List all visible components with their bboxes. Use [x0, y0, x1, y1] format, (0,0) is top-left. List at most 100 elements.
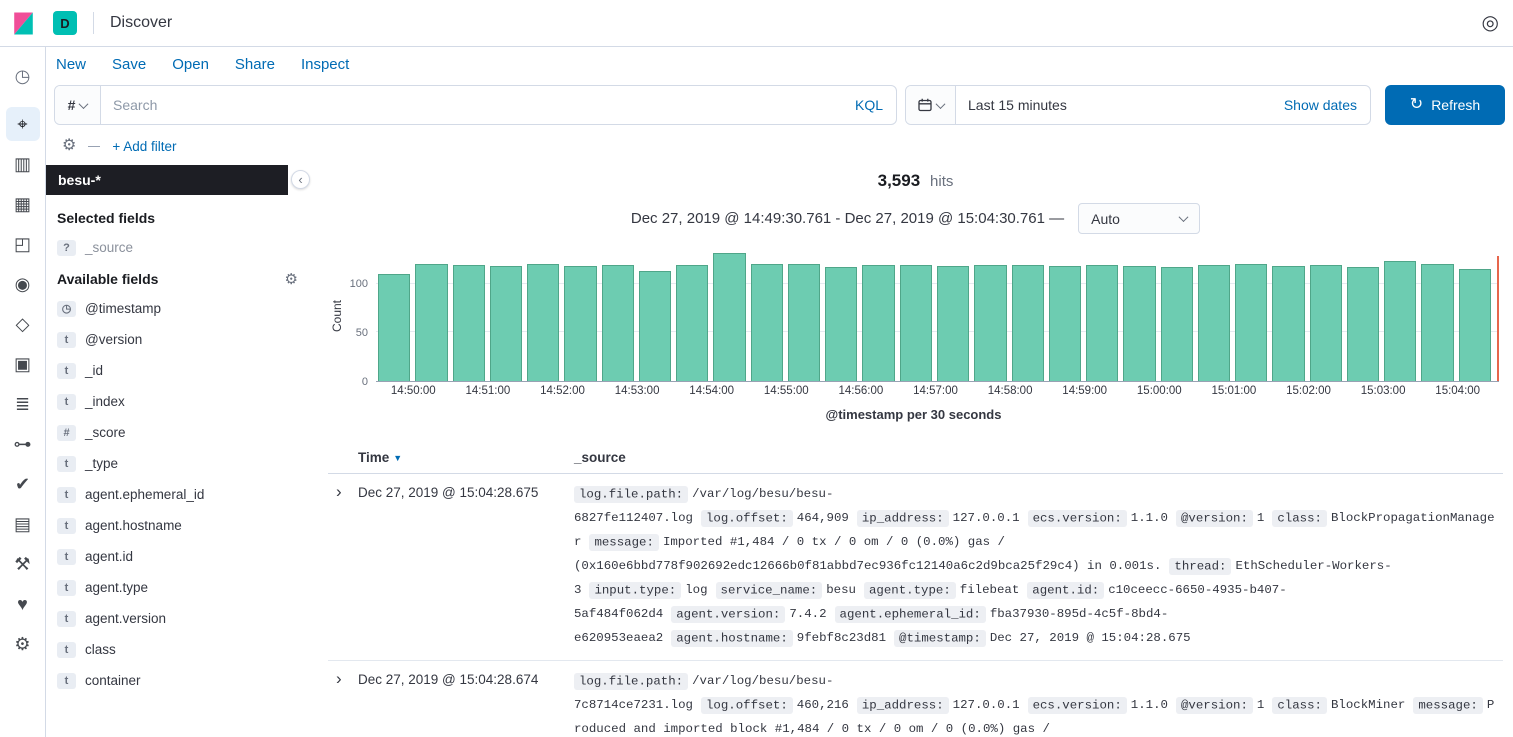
search-input[interactable] — [101, 86, 842, 124]
agent.type[interactable]: t agent.type — [46, 572, 314, 603]
@timestamp[interactable]: ◷ @timestamp — [46, 293, 314, 324]
histogram-bar[interactable] — [1049, 266, 1081, 381]
uptime-icon[interactable]: ✔ — [6, 467, 40, 501]
agent.id[interactable]: t agent.id — [46, 541, 314, 572]
agent.version[interactable]: t agent.version — [46, 603, 314, 634]
agent.hostname[interactable]: t agent.hostname — [46, 510, 314, 541]
histogram-bar[interactable] — [1086, 265, 1118, 381]
field-name-badge: ecs.version: — [1028, 697, 1127, 714]
open-button[interactable]: Open — [172, 56, 209, 73]
histogram-bar[interactable] — [527, 264, 559, 381]
field-value: 1 — [1257, 511, 1264, 525]
_score[interactable]: # _score — [46, 417, 314, 448]
_id[interactable]: t _id — [46, 355, 314, 386]
management-icon[interactable]: ⚙ — [6, 627, 40, 661]
histogram-bar[interactable] — [974, 265, 1006, 381]
histogram-bar[interactable] — [415, 264, 447, 381]
collapse-sidebar-button[interactable]: ‹ — [291, 170, 310, 189]
rail-icon-glyph: ▤ — [14, 515, 31, 533]
expand-row-button[interactable]: › — [328, 669, 358, 689]
class[interactable]: t class — [46, 634, 314, 665]
field-name: _score — [85, 425, 126, 440]
new-button[interactable]: New — [56, 56, 86, 73]
histogram-bar[interactable] — [1421, 264, 1453, 381]
filter-options-gear-icon[interactable]: ⚙ — [62, 138, 76, 154]
hits-label: hits — [930, 173, 953, 190]
inspect-button[interactable]: Inspect — [301, 56, 349, 73]
kibana-logo[interactable] — [10, 10, 37, 37]
show-dates-link[interactable]: Show dates — [1271, 97, 1370, 113]
@version[interactable]: t @version — [46, 324, 314, 355]
header-menu-icon[interactable]: ◎ — [1482, 13, 1499, 33]
canvas-icon[interactable]: ◰ — [6, 227, 40, 261]
field-settings-gear-icon[interactable]: ⚙ — [285, 272, 298, 287]
histogram-bar[interactable] — [1198, 265, 1230, 381]
x-tick-label: 15:01:00 — [1212, 385, 1257, 397]
_source[interactable]: ? _source — [46, 232, 314, 263]
index-pattern-selector[interactable]: besu-* — [46, 165, 288, 195]
histogram-bar[interactable] — [602, 265, 634, 381]
dashboard-icon[interactable]: ▦ — [6, 187, 40, 221]
siem-icon[interactable]: ▤ — [6, 507, 40, 541]
histogram-bar[interactable] — [713, 253, 745, 381]
histogram-bar[interactable] — [825, 267, 857, 382]
histogram-bar[interactable] — [1012, 265, 1044, 381]
calendar-button[interactable] — [906, 86, 956, 124]
histogram-bar[interactable] — [564, 266, 596, 381]
histogram-bar[interactable] — [1459, 269, 1491, 381]
_type[interactable]: t _type — [46, 448, 314, 479]
histogram-bar[interactable] — [1123, 266, 1155, 381]
histogram-bar[interactable] — [378, 274, 410, 381]
time-range-value[interactable]: Last 15 minutes — [956, 97, 1271, 113]
add-filter-button[interactable]: + Add filter — [112, 139, 176, 154]
histogram-bar[interactable] — [1161, 267, 1193, 382]
_index[interactable]: t _index — [46, 386, 314, 417]
histogram-bar[interactable] — [1347, 267, 1379, 382]
histogram-bar[interactable] — [1384, 261, 1416, 381]
interval-select[interactable]: Auto — [1078, 203, 1200, 234]
filter-divider — [88, 146, 100, 147]
space-avatar[interactable]: D — [53, 11, 77, 35]
field-value: 9febf8c23d81 — [797, 631, 886, 645]
histogram-bar[interactable] — [862, 265, 894, 381]
histogram-bars — [378, 250, 1491, 381]
histogram-bar[interactable] — [639, 271, 671, 381]
date-picker: Last 15 minutes Show dates — [905, 85, 1371, 125]
time-column-header[interactable]: Time▼ — [358, 450, 574, 465]
histogram-bar[interactable] — [751, 264, 783, 381]
save-button[interactable]: Save — [112, 56, 146, 73]
field-type-badge: t — [57, 456, 76, 472]
stack-monitoring-icon[interactable]: ♥ — [6, 587, 40, 621]
dev-tools-icon[interactable]: ⚒ — [6, 547, 40, 581]
refresh-button[interactable]: ↻ Refresh — [1385, 85, 1505, 125]
histogram-bar[interactable] — [788, 264, 820, 381]
logs-icon[interactable]: ≣ — [6, 387, 40, 421]
metrics-icon[interactable]: ▣ — [6, 347, 40, 381]
share-button[interactable]: Share — [235, 56, 275, 73]
field-type-badge: ? — [57, 240, 76, 256]
histogram-bar[interactable] — [676, 265, 708, 381]
field-type-badge: t — [57, 611, 76, 627]
discover-icon[interactable]: ⌖ — [6, 107, 40, 141]
field-value: BlockMiner — [1331, 698, 1405, 712]
recently-viewed-icon[interactable]: ◷ — [6, 59, 40, 93]
visualize-icon[interactable]: ▥ — [6, 147, 40, 181]
machine-learning-icon[interactable]: ◇ — [6, 307, 40, 341]
histogram-bar[interactable] — [453, 265, 485, 381]
histogram-bar[interactable] — [900, 265, 932, 381]
histogram-bar[interactable] — [1310, 265, 1342, 381]
apm-icon[interactable]: ⊶ — [6, 427, 40, 461]
container[interactable]: t container — [46, 665, 314, 696]
kibana-discover-page: D Discover ◎ ◷ ⌖ ▥ ▦ — [0, 0, 1513, 737]
time-bound-marker — [1497, 256, 1499, 381]
rail-icon-glyph: ⊶ — [14, 435, 32, 453]
saved-query-menu-button[interactable]: # — [55, 86, 101, 124]
maps-icon[interactable]: ◉ — [6, 267, 40, 301]
histogram-bar[interactable] — [937, 266, 969, 381]
agent.ephemeral_id[interactable]: t agent.ephemeral_id — [46, 479, 314, 510]
kql-toggle[interactable]: KQL — [842, 86, 896, 124]
expand-row-button[interactable]: › — [328, 482, 358, 502]
histogram-bar[interactable] — [1272, 266, 1304, 381]
histogram-bar[interactable] — [490, 266, 522, 381]
histogram-bar[interactable] — [1235, 264, 1267, 381]
